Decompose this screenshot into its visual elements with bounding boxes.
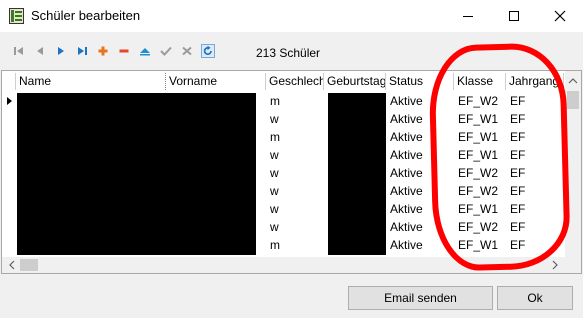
cell-geschlecht[interactable]: w xyxy=(266,200,324,218)
redaction-name-block xyxy=(17,93,256,255)
minus-icon xyxy=(119,49,128,53)
cell-geschlecht[interactable]: w xyxy=(266,182,324,200)
column-header-name[interactable]: Name xyxy=(16,73,166,90)
horizontal-scrollbar[interactable] xyxy=(2,257,565,273)
last-record-button[interactable] xyxy=(73,40,90,62)
cell-geschlecht[interactable]: w xyxy=(266,164,324,182)
column-header-geschlecht[interactable]: Geschlecht xyxy=(266,73,324,90)
cell-geschlecht[interactable]: w xyxy=(266,218,324,236)
minimize-icon xyxy=(463,16,473,17)
cell-klasse[interactable]: EF_W1 xyxy=(454,200,506,218)
maximize-button[interactable] xyxy=(491,0,537,32)
post-record-button[interactable] xyxy=(157,40,174,62)
redaction-birthday-block xyxy=(328,93,386,255)
grid-header: Name Vorname Geschlecht Geburtstag Statu… xyxy=(2,73,565,90)
cell-jahrgang[interactable]: EF xyxy=(506,110,564,128)
cell-klasse[interactable]: EF_W2 xyxy=(454,92,506,110)
cell-status[interactable]: Aktive xyxy=(386,146,454,164)
cancel-x-icon xyxy=(181,46,192,56)
vertical-scroll-thumb[interactable] xyxy=(567,91,579,109)
scroll-up-icon xyxy=(568,78,578,84)
student-grid[interactable]: Name Vorname Geschlecht Geburtstag Statu… xyxy=(1,70,582,274)
next-record-button[interactable] xyxy=(52,40,69,62)
delete-record-button[interactable] xyxy=(115,40,132,62)
edit-triangle-icon xyxy=(139,48,150,56)
cell-klasse[interactable]: EF_W1 xyxy=(454,146,506,164)
cell-geschlecht[interactable]: w xyxy=(266,146,324,164)
next-record-icon xyxy=(57,47,64,55)
current-row-indicator-icon xyxy=(4,92,16,110)
cell-klasse[interactable]: EF_W1 xyxy=(454,110,506,128)
minimize-button[interactable] xyxy=(445,0,491,32)
cell-status[interactable]: Aktive xyxy=(386,164,454,182)
column-header-klasse[interactable]: Klasse xyxy=(454,73,506,90)
app-icon xyxy=(9,8,24,24)
cell-jahrgang[interactable]: EF xyxy=(506,128,564,146)
scroll-left-icon xyxy=(9,260,15,270)
plus-icon xyxy=(98,46,107,56)
prior-record-icon xyxy=(36,47,43,55)
cell-klasse[interactable]: EF_W2 xyxy=(454,164,506,182)
cell-jahrgang[interactable]: EF xyxy=(506,236,564,254)
column-header-status[interactable]: Status xyxy=(386,73,454,90)
cell-jahrgang[interactable]: EF xyxy=(506,182,564,200)
last-record-icon xyxy=(77,47,87,55)
cell-klasse[interactable]: EF_W2 xyxy=(454,218,506,236)
first-record-icon xyxy=(13,47,23,55)
prior-record-button[interactable] xyxy=(31,40,48,62)
title-bar: Schüler bearbeiten xyxy=(0,0,583,32)
cell-jahrgang[interactable]: EF xyxy=(506,146,564,164)
cell-status[interactable]: Aktive xyxy=(386,182,454,200)
cell-status[interactable]: Aktive xyxy=(386,236,454,254)
cell-klasse[interactable]: EF_W1 xyxy=(454,128,506,146)
cell-jahrgang[interactable]: EF xyxy=(506,218,564,236)
cell-jahrgang[interactable]: EF xyxy=(506,92,564,110)
column-header-vorname[interactable]: Vorname xyxy=(166,73,266,90)
column-header-jahrgang[interactable]: Jahrgang xyxy=(506,73,564,90)
cell-geschlecht[interactable]: m xyxy=(266,92,324,110)
navigator-toolbar: 213 Schüler xyxy=(0,32,583,70)
cell-geschlecht[interactable]: m xyxy=(266,236,324,254)
insert-record-button[interactable] xyxy=(94,40,111,62)
record-count-label: 213 Schüler xyxy=(256,46,321,60)
cell-status[interactable]: Aktive xyxy=(386,128,454,146)
checkmark-icon xyxy=(159,46,172,56)
window-title: Schüler bearbeiten xyxy=(31,8,141,23)
horizontal-scroll-thumb[interactable] xyxy=(20,259,38,271)
cell-status[interactable]: Aktive xyxy=(386,92,454,110)
send-email-button[interactable]: Email senden xyxy=(348,286,493,310)
first-record-button[interactable] xyxy=(10,40,27,62)
refresh-button[interactable] xyxy=(199,40,216,62)
cancel-edit-button[interactable] xyxy=(178,40,195,62)
ok-button[interactable]: Ok xyxy=(497,286,573,310)
refresh-icon xyxy=(200,44,215,58)
cell-geschlecht[interactable]: m xyxy=(266,128,324,146)
cell-klasse[interactable]: EF_W1 xyxy=(454,236,506,254)
column-header-geburtstag[interactable]: Geburtstag xyxy=(324,73,386,90)
cell-status[interactable]: Aktive xyxy=(386,110,454,128)
maximize-icon xyxy=(509,11,519,21)
cell-status[interactable]: Aktive xyxy=(386,218,454,236)
cell-status[interactable]: Aktive xyxy=(386,200,454,218)
scrollbar-corner xyxy=(565,257,581,273)
cell-klasse[interactable]: EF_W2 xyxy=(454,182,506,200)
close-button[interactable] xyxy=(537,0,583,32)
vertical-scrollbar[interactable] xyxy=(565,71,581,257)
cell-geschlecht[interactable]: w xyxy=(266,110,324,128)
edit-record-button[interactable] xyxy=(136,40,153,62)
cell-jahrgang[interactable]: EF xyxy=(506,164,564,182)
scroll-right-icon xyxy=(552,260,558,270)
dialog-window: Schüler bearbeiten 213 Schüler Name Vorn… xyxy=(0,0,583,318)
close-icon xyxy=(554,10,566,22)
cell-jahrgang[interactable]: EF xyxy=(506,200,564,218)
header-indicator-cell xyxy=(2,73,16,90)
